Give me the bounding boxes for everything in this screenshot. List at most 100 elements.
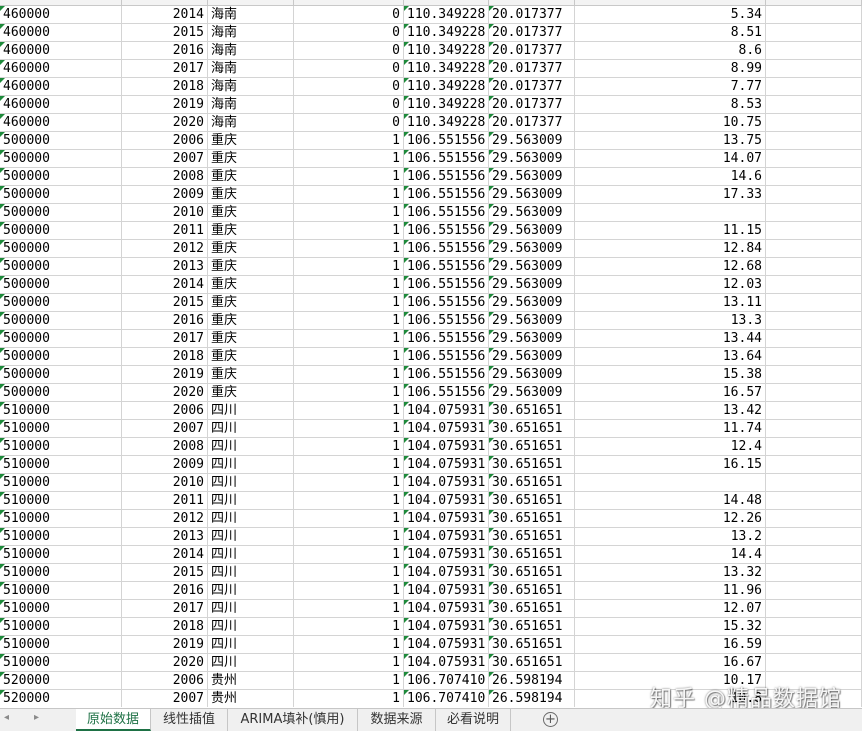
- cell-flag[interactable]: 1: [294, 330, 404, 347]
- cell-empty[interactable]: [766, 42, 862, 59]
- cell-empty[interactable]: [766, 132, 862, 149]
- cell-year[interactable]: 2015: [122, 294, 208, 311]
- cell-code[interactable]: 500000: [0, 222, 122, 239]
- cell-year[interactable]: 2018: [122, 618, 208, 635]
- cell-value[interactable]: 16.57: [575, 384, 766, 401]
- sheet-tab-linear-interpolation[interactable]: 线性插值: [151, 709, 228, 731]
- cell-lon[interactable]: 106.551556: [404, 168, 489, 185]
- cell-empty[interactable]: [766, 150, 862, 167]
- cell-lon[interactable]: 104.075931: [404, 438, 489, 455]
- cell-lat[interactable]: 20.017377: [489, 96, 575, 113]
- cell-lat[interactable]: 29.563009: [489, 222, 575, 239]
- cell-lat[interactable]: 29.563009: [489, 384, 575, 401]
- cell-code[interactable]: 510000: [0, 528, 122, 545]
- cell-year[interactable]: 2020: [122, 654, 208, 671]
- cell-empty[interactable]: [766, 672, 862, 689]
- cell-lat[interactable]: 29.563009: [489, 168, 575, 185]
- cell-lon[interactable]: 104.075931: [404, 654, 489, 671]
- cell-empty[interactable]: [766, 654, 862, 671]
- cell-code[interactable]: 500000: [0, 258, 122, 275]
- cell-empty[interactable]: [766, 114, 862, 131]
- cell-code[interactable]: 460000: [0, 60, 122, 77]
- cell-lat[interactable]: 29.563009: [489, 312, 575, 329]
- cell-flag[interactable]: 1: [294, 240, 404, 257]
- cell-code[interactable]: 460000: [0, 24, 122, 41]
- cell-province[interactable]: 重庆: [208, 222, 294, 239]
- cell-code[interactable]: 460000: [0, 6, 122, 23]
- cell-flag[interactable]: 0: [294, 96, 404, 113]
- cell-lon[interactable]: 106.551556: [404, 276, 489, 293]
- cell-lat[interactable]: 20.017377: [489, 6, 575, 23]
- cell-year[interactable]: 2020: [122, 384, 208, 401]
- cell-empty[interactable]: [766, 348, 862, 365]
- cell-value[interactable]: 8.51: [575, 24, 766, 41]
- cell-empty[interactable]: [766, 330, 862, 347]
- cell-flag[interactable]: 1: [294, 456, 404, 473]
- cell-year[interactable]: 2017: [122, 600, 208, 617]
- cell-year[interactable]: 2016: [122, 42, 208, 59]
- cell-province[interactable]: 重庆: [208, 384, 294, 401]
- cell-lon[interactable]: 104.075931: [404, 582, 489, 599]
- cell-lat[interactable]: 30.651651: [489, 582, 575, 599]
- cell-empty[interactable]: [766, 222, 862, 239]
- cell-year[interactable]: 2019: [122, 96, 208, 113]
- cell-lat[interactable]: 30.651651: [489, 654, 575, 671]
- cell-code[interactable]: 520000: [0, 672, 122, 689]
- cell-value[interactable]: 11.96: [575, 582, 766, 599]
- cell-value[interactable]: 12.26: [575, 510, 766, 527]
- cell-lat[interactable]: 30.651651: [489, 438, 575, 455]
- cell-code[interactable]: 510000: [0, 636, 122, 653]
- cell-value[interactable]: [575, 474, 766, 491]
- cell-lon[interactable]: 106.551556: [404, 204, 489, 221]
- cell-year[interactable]: 2007: [122, 150, 208, 167]
- cell-code[interactable]: 510000: [0, 654, 122, 671]
- cell-empty[interactable]: [766, 276, 862, 293]
- cell-lat[interactable]: 29.563009: [489, 132, 575, 149]
- cell-lat[interactable]: 30.651651: [489, 618, 575, 635]
- cell-flag[interactable]: 1: [294, 582, 404, 599]
- cell-year[interactable]: 2014: [122, 546, 208, 563]
- cell-flag[interactable]: 1: [294, 204, 404, 221]
- cell-lat[interactable]: 29.563009: [489, 150, 575, 167]
- cell-empty[interactable]: [766, 546, 862, 563]
- cell-code[interactable]: 500000: [0, 204, 122, 221]
- cell-code[interactable]: 500000: [0, 168, 122, 185]
- cell-lat[interactable]: 29.563009: [489, 258, 575, 275]
- cell-year[interactable]: 2011: [122, 492, 208, 509]
- cell-flag[interactable]: 1: [294, 222, 404, 239]
- cell-lat[interactable]: 30.651651: [489, 636, 575, 653]
- cell-flag[interactable]: 1: [294, 420, 404, 437]
- cell-value[interactable]: 16.15: [575, 456, 766, 473]
- cell-flag[interactable]: 0: [294, 60, 404, 77]
- cell-value[interactable]: 16.59: [575, 636, 766, 653]
- cell-flag[interactable]: 1: [294, 438, 404, 455]
- cell-lon[interactable]: 104.075931: [404, 600, 489, 617]
- cell-province[interactable]: 重庆: [208, 132, 294, 149]
- cell-year[interactable]: 2007: [122, 420, 208, 437]
- cell-flag[interactable]: 1: [294, 672, 404, 689]
- cell-flag[interactable]: 0: [294, 42, 404, 59]
- cell-flag[interactable]: 1: [294, 600, 404, 617]
- cell-empty[interactable]: [766, 582, 862, 599]
- cell-year[interactable]: 2006: [122, 672, 208, 689]
- cell-value[interactable]: 12.07: [575, 600, 766, 617]
- cell-lon[interactable]: 104.075931: [404, 474, 489, 491]
- cell-lat[interactable]: 29.563009: [489, 294, 575, 311]
- cell-year[interactable]: 2019: [122, 366, 208, 383]
- cell-flag[interactable]: 1: [294, 276, 404, 293]
- cell-value[interactable]: 17.33: [575, 186, 766, 203]
- cell-code[interactable]: 510000: [0, 492, 122, 509]
- cell-value[interactable]: 14.4: [575, 546, 766, 563]
- cell-province[interactable]: 四川: [208, 564, 294, 581]
- cell-empty[interactable]: [766, 402, 862, 419]
- cell-year[interactable]: 2008: [122, 438, 208, 455]
- cell-province[interactable]: 四川: [208, 420, 294, 437]
- cell-year[interactable]: 2020: [122, 114, 208, 131]
- cell-lat[interactable]: 20.017377: [489, 60, 575, 77]
- cell-code[interactable]: 500000: [0, 276, 122, 293]
- cell-lon[interactable]: 110.349228: [404, 96, 489, 113]
- cell-code[interactable]: 500000: [0, 294, 122, 311]
- cell-province[interactable]: 四川: [208, 510, 294, 527]
- cell-value[interactable]: 14.48: [575, 492, 766, 509]
- cell-lat[interactable]: 29.563009: [489, 186, 575, 203]
